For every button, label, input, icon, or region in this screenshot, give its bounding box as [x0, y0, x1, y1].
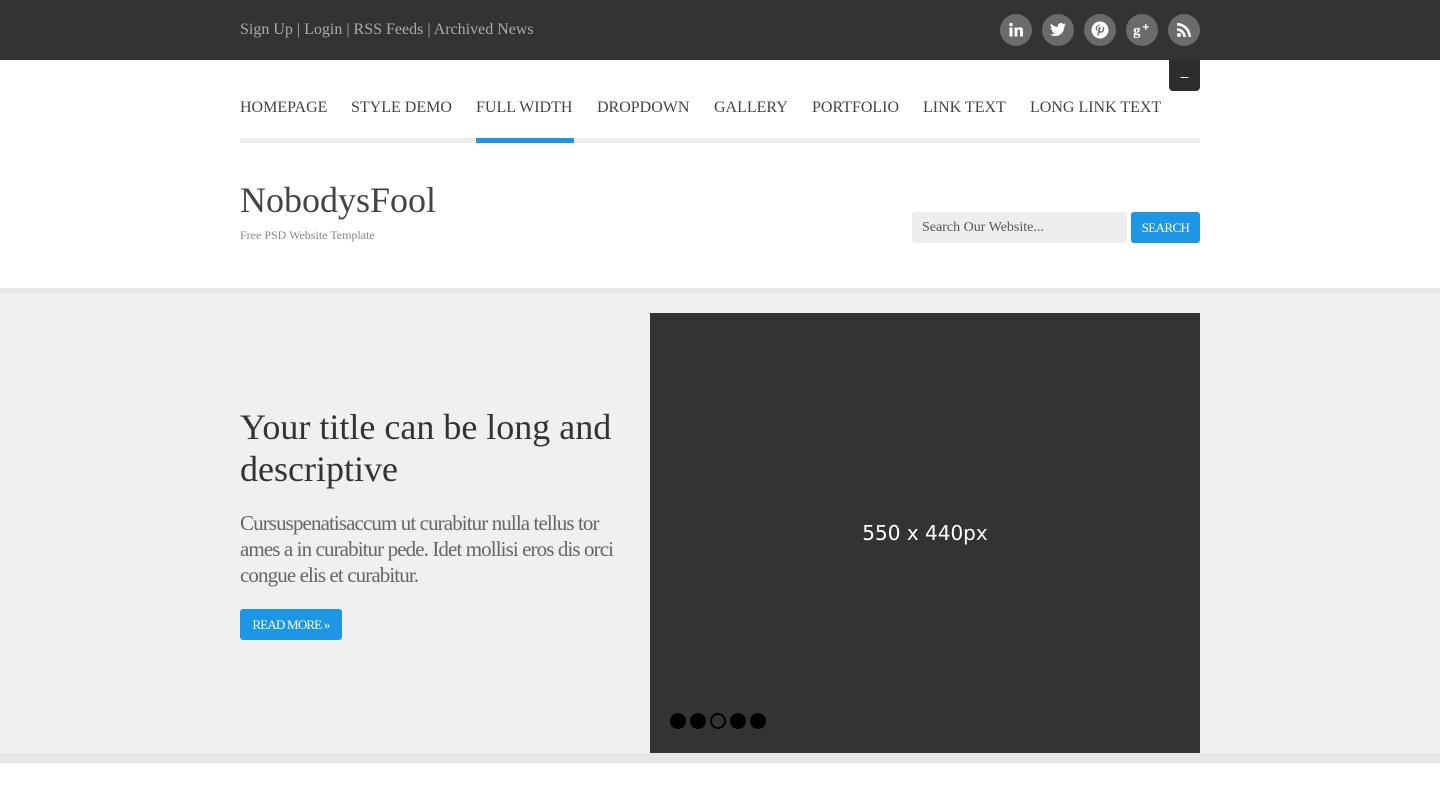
- site-tagline: Free PSD Website Template: [240, 228, 375, 242]
- slider-dot[interactable]: [690, 713, 706, 729]
- nav-item-dropdown[interactable]: DROPDOWN: [597, 98, 689, 143]
- slider-dot[interactable]: [670, 713, 686, 729]
- nav-item-long-link-text[interactable]: LONG LINK TEXT: [1030, 98, 1161, 143]
- site-title[interactable]: NobodysFool: [240, 178, 436, 222]
- hero-text: Cursuspenatisaccum ut curabitur nulla te…: [240, 511, 614, 587]
- nav-item-full-width[interactable]: FULL WIDTH: [476, 98, 574, 143]
- nav-item-gallery[interactable]: GALLERY: [714, 98, 788, 143]
- login-link[interactable]: Login: [304, 21, 342, 38]
- svg-text:g: g: [1133, 23, 1141, 39]
- search-input[interactable]: [912, 212, 1127, 243]
- nav-item-homepage[interactable]: HOMEPAGE: [240, 98, 327, 143]
- main-nav: HOMEPAGE STYLE DEMO FULL WIDTH DROPDOWN …: [240, 98, 1200, 143]
- collapse-toggle-button[interactable]: –: [1169, 60, 1200, 91]
- hero-title: Your title can be long and descriptive: [240, 407, 612, 489]
- pinterest-icon: [1091, 21, 1109, 39]
- link-separator: |: [296, 21, 301, 38]
- link-separator: |: [346, 21, 350, 38]
- slider-dot-active[interactable]: [710, 713, 726, 729]
- linkedin-icon: [1009, 22, 1023, 37]
- slider-image-placeholder: 550 x 440px: [650, 313, 1200, 753]
- google-plus-icon: g: [1133, 23, 1149, 39]
- twitter-icon: [1050, 23, 1066, 36]
- rss-feeds-link[interactable]: RSS Feeds: [354, 21, 424, 38]
- slider-dot[interactable]: [750, 713, 766, 729]
- slide-size-label: 550 x 440px: [862, 521, 988, 545]
- link-separator: |: [427, 21, 431, 38]
- linkedin-button[interactable]: [1000, 14, 1032, 46]
- rss-button[interactable]: [1168, 14, 1200, 46]
- nav-item-link-text[interactable]: LINK TEXT: [923, 98, 1006, 143]
- nav-item-portfolio[interactable]: PORTFOLIO: [812, 98, 899, 143]
- google-plus-button[interactable]: g: [1126, 14, 1158, 46]
- search-button[interactable]: SEARCH: [1131, 212, 1200, 243]
- archived-news-link[interactable]: Archived News: [434, 21, 534, 38]
- twitter-button[interactable]: [1042, 14, 1074, 46]
- signup-link[interactable]: Sign Up: [240, 21, 293, 38]
- nav-item-style-demo[interactable]: STYLE DEMO: [351, 98, 452, 143]
- read-more-button[interactable]: READ MORE »: [240, 609, 342, 640]
- pinterest-button[interactable]: [1084, 14, 1116, 46]
- top-bar: Sign Up | Login | RSS Feeds | Archived N…: [0, 0, 1440, 60]
- top-links: Sign Up | Login | RSS Feeds | Archived N…: [240, 20, 534, 40]
- rss-icon: [1177, 23, 1191, 37]
- slider-dot[interactable]: [730, 713, 746, 729]
